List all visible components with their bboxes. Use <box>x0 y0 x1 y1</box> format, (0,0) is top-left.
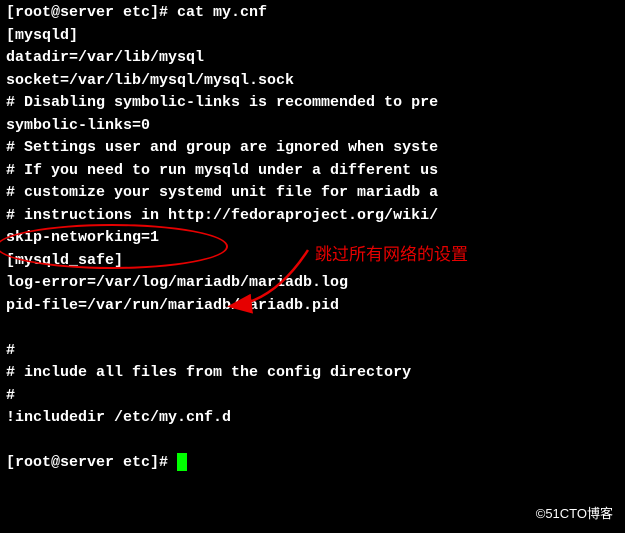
terminal-line: [root@server etc]# cat my.cnf <box>6 2 619 25</box>
terminal-line: [mysqld] <box>6 25 619 48</box>
cursor-icon <box>177 453 187 471</box>
terminal-prompt-line: [root@server etc]# <box>6 452 619 475</box>
watermark: ©51CTO博客 <box>536 504 613 524</box>
terminal-line <box>6 430 619 453</box>
terminal-line: # Settings user and group are ignored wh… <box>6 137 619 160</box>
terminal-output: [root@server etc]# cat my.cnf [mysqld] d… <box>6 2 619 475</box>
terminal-line: # If you need to run mysqld under a diff… <box>6 160 619 183</box>
terminal-line: log-error=/var/log/mariadb/mariadb.log <box>6 272 619 295</box>
terminal-line: socket=/var/lib/mysql/mysql.sock <box>6 70 619 93</box>
terminal-line: # <box>6 340 619 363</box>
annotation-label: 跳过所有网络的设置 <box>315 242 468 268</box>
terminal-line: # <box>6 385 619 408</box>
terminal-line: !includedir /etc/my.cnf.d <box>6 407 619 430</box>
terminal-line: pid-file=/var/run/mariadb/mariadb.pid <box>6 295 619 318</box>
terminal-line: [mysqld_safe] <box>6 250 619 273</box>
terminal-line: # include all files from the config dire… <box>6 362 619 385</box>
terminal-line <box>6 317 619 340</box>
terminal-line: datadir=/var/lib/mysql <box>6 47 619 70</box>
terminal-line: # instructions in http://fedoraproject.o… <box>6 205 619 228</box>
terminal-prompt[interactable]: [root@server etc]# <box>6 454 177 471</box>
terminal-line: skip-networking=1 <box>6 227 619 250</box>
terminal-line: # Disabling symbolic-links is recommende… <box>6 92 619 115</box>
terminal-line: symbolic-links=0 <box>6 115 619 138</box>
terminal-line: # customize your systemd unit file for m… <box>6 182 619 205</box>
